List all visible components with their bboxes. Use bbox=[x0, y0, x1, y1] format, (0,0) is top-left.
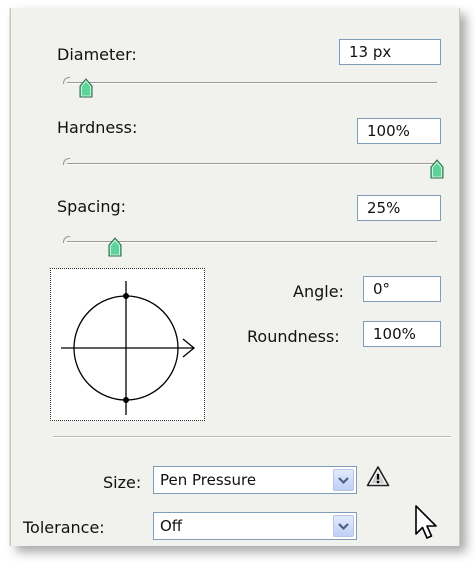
angle-label: Angle: bbox=[293, 282, 344, 301]
size-label: Size: bbox=[103, 473, 142, 492]
hardness-input[interactable]: 100% bbox=[357, 118, 441, 144]
spacing-input[interactable]: 25% bbox=[357, 195, 441, 221]
roundness-input[interactable]: 100% bbox=[363, 321, 441, 347]
spacing-slider-track[interactable] bbox=[63, 236, 437, 243]
spacing-slider-thumb[interactable] bbox=[108, 237, 122, 257]
chevron-down-icon[interactable] bbox=[333, 469, 354, 491]
brush-tip-shape-icon bbox=[61, 281, 196, 415]
diameter-input[interactable]: 13 px bbox=[339, 39, 441, 65]
tolerance-select-value: Off bbox=[160, 517, 183, 535]
spacing-label: Spacing: bbox=[57, 197, 127, 216]
roundness-label: Roundness: bbox=[247, 327, 340, 346]
tolerance-select[interactable]: Off bbox=[153, 512, 357, 540]
hardness-slider-track[interactable] bbox=[63, 158, 437, 165]
tolerance-label: Tolerance: bbox=[23, 518, 105, 537]
size-select-value: Pen Pressure bbox=[160, 471, 257, 489]
diameter-slider-track[interactable] bbox=[63, 77, 437, 84]
section-divider bbox=[53, 436, 451, 438]
brush-tip-panel: Diameter: 13 px Hardness: 100% Spacing: … bbox=[10, 8, 460, 546]
angle-input[interactable]: 0° bbox=[363, 276, 441, 302]
mouse-cursor-icon bbox=[415, 505, 437, 539]
size-select[interactable]: Pen Pressure bbox=[153, 466, 357, 494]
warning-triangle-icon bbox=[366, 466, 390, 487]
diameter-slider-thumb[interactable] bbox=[79, 78, 93, 98]
hardness-slider-thumb[interactable] bbox=[430, 159, 444, 179]
hardness-label: Hardness: bbox=[57, 118, 138, 137]
chevron-down-icon[interactable] bbox=[333, 515, 354, 537]
brush-angle-roundness-preview[interactable] bbox=[50, 268, 205, 421]
diameter-label: Diameter: bbox=[57, 45, 137, 64]
